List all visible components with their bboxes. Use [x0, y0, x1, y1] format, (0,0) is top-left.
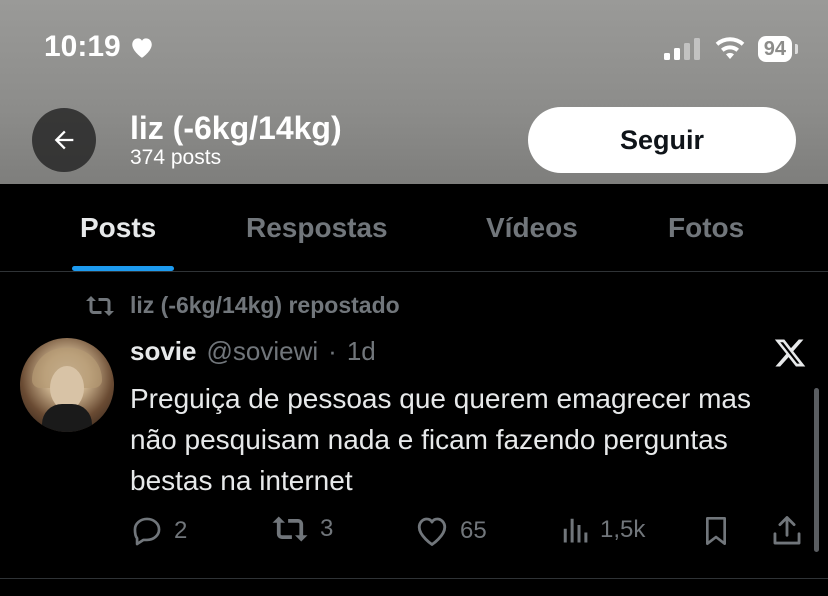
profile-header: 10:19 94 liz (-6kg/14kg) 374 posts Segui…	[0, 0, 828, 184]
reply-button[interactable]: 2	[130, 514, 187, 548]
repost-icon	[272, 516, 308, 542]
x-logo-icon[interactable]	[772, 336, 808, 370]
like-icon	[417, 517, 447, 546]
signal-icon	[663, 38, 700, 60]
reply-icon	[133, 517, 161, 546]
repost-count: 3	[320, 515, 334, 542]
tab-respostas[interactable]: Respostas	[246, 184, 388, 272]
follow-button[interactable]: Seguir	[528, 107, 796, 173]
tab-fotos[interactable]: Fotos	[668, 184, 744, 272]
views-icon	[563, 518, 588, 543]
wifi-icon	[715, 37, 745, 59]
status-indicators: 94	[663, 36, 799, 62]
views-button[interactable]: 1,5k	[560, 514, 645, 546]
back-button[interactable]	[32, 108, 96, 172]
author-handle[interactable]: @soviewi	[207, 336, 319, 367]
profile-name: liz (-6kg/14kg)	[130, 110, 342, 146]
views-count: 1,5k	[600, 516, 646, 543]
back-arrow-icon	[54, 130, 74, 150]
avatar[interactable]	[20, 338, 114, 432]
bookmark-icon	[706, 517, 726, 545]
separator-dot: ·	[328, 336, 337, 366]
author-name[interactable]: sovie	[130, 336, 197, 367]
like-count: 65	[460, 517, 487, 544]
reply-count: 2	[174, 517, 188, 544]
repost-icon	[86, 295, 114, 316]
status-time: 10:19	[44, 30, 155, 64]
share-button[interactable]	[770, 514, 804, 548]
repost-label: liz (-6kg/14kg) repostado	[130, 292, 400, 318]
active-tab-indicator	[72, 266, 174, 271]
profile-posts-count: 374 posts	[130, 146, 222, 169]
like-button[interactable]: 65	[414, 514, 487, 548]
post-actions: 2 3 65 1,5k	[0, 514, 828, 556]
repost-button[interactable]: 3	[270, 514, 333, 544]
post-text: Preguiça de pessoas que querem emagrecer…	[130, 383, 752, 496]
profile-tabs: Posts Respostas Vídeos Fotos	[0, 184, 828, 272]
author-line: sovie @soviewi · 1d	[130, 336, 376, 367]
tab-posts[interactable]: Posts	[80, 184, 156, 272]
share-icon	[773, 516, 801, 545]
battery-icon: 94	[757, 36, 799, 62]
post-divider	[0, 578, 828, 579]
post-time[interactable]: 1d	[347, 336, 376, 367]
bookmark-button[interactable]	[700, 514, 732, 548]
heart-icon	[131, 38, 152, 58]
scrollbar[interactable]	[814, 388, 819, 552]
status-time-text: 10:19	[44, 30, 121, 63]
tab-videos[interactable]: Vídeos	[486, 184, 578, 272]
repost-context[interactable]: liz (-6kg/14kg) repostado	[84, 292, 400, 319]
